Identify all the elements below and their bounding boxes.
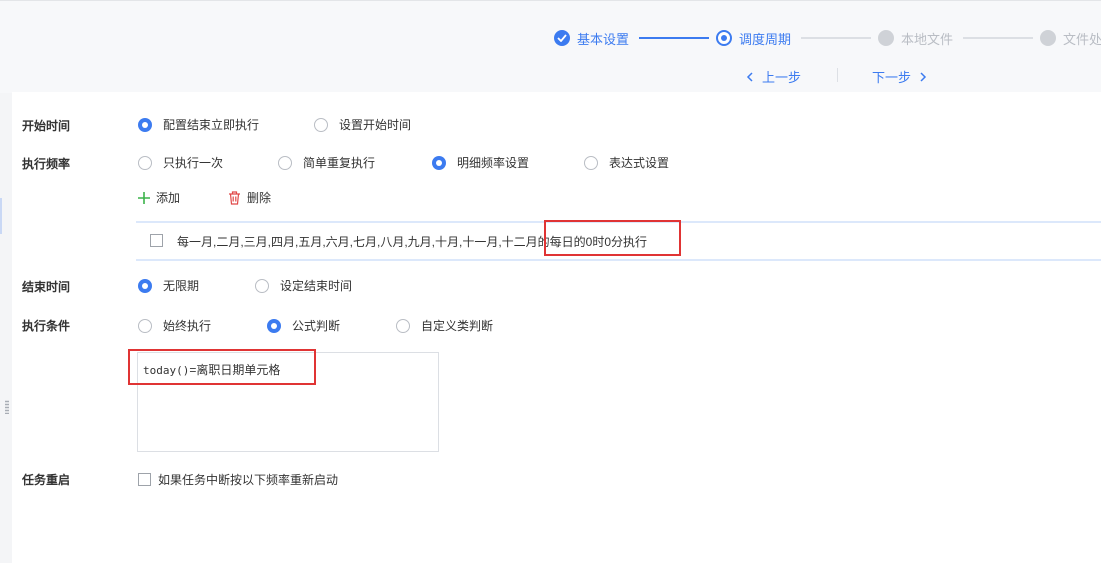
drag-handle-icon[interactable] [5,400,9,414]
step-connector [963,37,1033,39]
check-circle-icon [554,30,570,46]
step-label: 本地文件 [901,31,954,47]
radio-selected-icon [432,155,446,170]
add-rule-label: 添加 [156,191,181,205]
radio-set-start-time[interactable]: 设置开始时间 [314,116,411,133]
radio-formula-judge[interactable]: 公式判断 [267,317,340,334]
radio-no-end[interactable]: 无限期 [138,277,199,294]
radio-set-end-time[interactable]: 设定结束时间 [255,277,352,294]
step-label: 基本设置 [577,31,630,47]
restart-label: 任务重启 [22,473,71,487]
radio-empty-icon [396,318,410,333]
next-step-label: 下一步 [872,70,912,85]
highlight-box [544,220,681,256]
radio-label: 只执行一次 [163,156,224,170]
restart-checkbox-label: 如果任务中断按以下频率重新启动 [158,473,339,487]
end-time-label: 结束时间 [22,280,71,294]
chevron-left-icon [746,71,753,82]
radio-run-once[interactable]: 只执行一次 [138,154,223,171]
radio-empty-icon [584,155,598,170]
nav-divider [837,68,838,82]
restart-checkbox-option[interactable]: 如果任务中断按以下频率重新启动 [138,471,338,488]
radio-empty-icon [138,318,152,333]
pending-step-icon [1040,30,1056,46]
delete-rule-button[interactable]: 删除 [228,189,271,206]
radio-expression[interactable]: 表达式设置 [584,154,669,171]
radio-empty-icon [278,155,292,170]
current-step-icon [716,30,732,46]
schedule-form: 开始时间 配置结束立即执行 设置开始时间 执行频率 只执行一次 简单重复执行 明… [12,92,1101,563]
plus-icon [138,191,150,204]
radio-label: 设置开始时间 [339,118,412,132]
radio-label: 无限期 [163,279,200,293]
pending-step-icon [878,30,894,46]
radio-custom-class[interactable]: 自定义类判断 [396,317,493,334]
radio-empty-icon [314,117,328,132]
radio-label: 始终执行 [163,319,212,333]
restart-checkbox[interactable] [138,473,151,486]
step-connector [639,37,709,39]
radio-detailed-frequency[interactable]: 明细频率设置 [432,154,529,171]
radio-label: 明细频率设置 [457,156,530,170]
step-connector [801,37,871,39]
left-edge-accent [0,198,2,234]
radio-label: 设定结束时间 [280,279,353,293]
step-schedule-period[interactable]: 调度周期 [716,29,791,47]
radio-simple-repeat[interactable]: 简单重复执行 [278,154,375,171]
radio-label: 简单重复执行 [303,156,376,170]
step-file-processing[interactable]: 文件处 [1040,29,1101,47]
prev-step-label: 上一步 [762,70,802,85]
radio-selected-icon [267,318,281,333]
radio-always-run[interactable]: 始终执行 [138,317,211,334]
condition-label: 执行条件 [22,319,71,333]
step-local-file[interactable]: 本地文件 [878,29,953,47]
radio-empty-icon [255,278,269,293]
rule-row-checkbox[interactable] [150,234,163,247]
radio-label: 配置结束立即执行 [163,118,260,132]
highlight-box [128,349,316,385]
step-basic-settings[interactable]: 基本设置 [554,29,629,47]
radio-selected-icon [138,117,152,132]
trash-icon [229,190,240,205]
step-label: 调度周期 [739,31,792,47]
frequency-label: 执行频率 [22,157,71,171]
radio-selected-icon [138,278,152,293]
stepper-bar: 基本设置 调度周期 本地文件 文件处 上一步 下一步 [0,0,1101,93]
radio-start-immediately[interactable]: 配置结束立即执行 [138,116,259,133]
radio-empty-icon [138,155,152,170]
chevron-right-icon [920,71,927,82]
delete-rule-label: 删除 [247,191,272,205]
start-time-label: 开始时间 [22,119,71,133]
add-rule-button[interactable]: 添加 [138,189,180,206]
radio-label: 表达式设置 [609,156,670,170]
next-step-button[interactable]: 下一步 [872,67,929,86]
radio-label: 公式判断 [292,319,341,333]
step-label: 文件处 [1063,31,1101,47]
prev-step-button[interactable]: 上一步 [744,67,801,86]
radio-label: 自定义类判断 [421,319,494,333]
